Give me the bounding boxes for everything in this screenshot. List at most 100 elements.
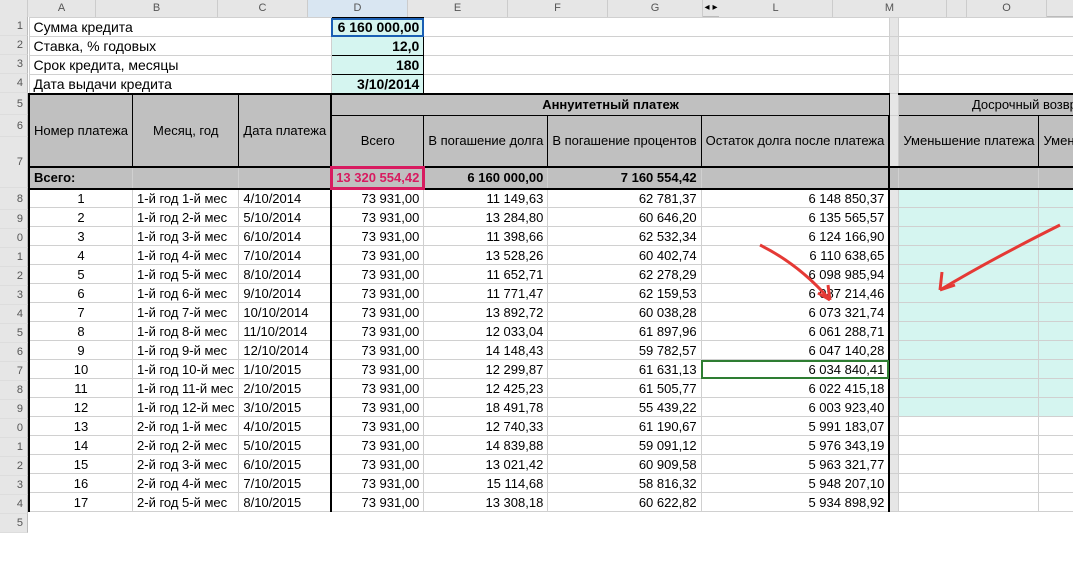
cell-date[interactable]: 8/10/2014 xyxy=(239,265,331,284)
cell-reduce-pay[interactable] xyxy=(899,322,1039,341)
row-header[interactable]: 5 xyxy=(0,93,28,115)
cell-total[interactable]: 73 931,00 xyxy=(331,455,424,474)
cell-reduce-term[interactable] xyxy=(1039,303,1073,322)
cell-reduce-pay[interactable] xyxy=(899,417,1039,436)
cell-num[interactable]: 4 xyxy=(29,246,133,265)
cell-month[interactable]: 2-й год 3-й мес xyxy=(133,455,239,474)
cell-principal[interactable]: 14 148,43 xyxy=(424,341,548,360)
cell-date[interactable]: 2/10/2015 xyxy=(239,379,331,398)
unhide-left-icon[interactable]: ◂ xyxy=(703,0,711,16)
totals-total[interactable]: 13 320 554,42 xyxy=(331,167,424,189)
cell-date[interactable]: 10/10/2014 xyxy=(239,303,331,322)
col-M[interactable]: M xyxy=(833,0,947,17)
cell-interest[interactable]: 61 631,13 xyxy=(548,360,701,379)
col-G[interactable]: G xyxy=(608,0,703,17)
cell-interest[interactable]: 61 897,96 xyxy=(548,322,701,341)
cell-reduce-pay[interactable] xyxy=(899,360,1039,379)
cell-balance[interactable]: 6 047 140,28 xyxy=(701,341,889,360)
cell-num[interactable]: 6 xyxy=(29,284,133,303)
row-header[interactable]: 6 xyxy=(0,343,28,362)
row-header[interactable]: 5 xyxy=(0,514,28,533)
cell-month[interactable]: 2-й год 1-й мес xyxy=(133,417,239,436)
row-header[interactable]: 9 xyxy=(0,400,28,419)
cell-reduce-term[interactable] xyxy=(1039,322,1073,341)
cell-total[interactable]: 73 931,00 xyxy=(331,474,424,493)
cell-total[interactable]: 73 931,00 xyxy=(331,284,424,303)
cell-reduce-pay[interactable] xyxy=(899,455,1039,474)
cell-balance[interactable]: 6 148 850,37 xyxy=(701,189,889,208)
cell-principal[interactable]: 12 299,87 xyxy=(424,360,548,379)
cell-interest[interactable]: 58 816,32 xyxy=(548,474,701,493)
cell-reduce-term[interactable] xyxy=(1039,341,1073,360)
cell-balance[interactable]: 6 061 288,71 xyxy=(701,322,889,341)
cell-reduce-term[interactable] xyxy=(1039,189,1073,208)
cell-interest[interactable]: 61 190,67 xyxy=(548,417,701,436)
cell-balance[interactable]: 6 003 923,40 xyxy=(701,398,889,417)
row-header[interactable]: 2 xyxy=(0,36,28,55)
cell-month[interactable]: 1-й год 8-й мес xyxy=(133,322,239,341)
row-header[interactable]: 1 xyxy=(0,248,28,267)
row-header[interactable]: 8 xyxy=(0,188,28,210)
cell-total[interactable]: 73 931,00 xyxy=(331,360,424,379)
cell-num[interactable]: 1 xyxy=(29,189,133,208)
cell-num[interactable]: 9 xyxy=(29,341,133,360)
cell-reduce-term[interactable] xyxy=(1039,208,1073,227)
totals-interest[interactable]: 7 160 554,42 xyxy=(548,167,701,189)
cell-num[interactable]: 2 xyxy=(29,208,133,227)
cell-balance[interactable]: 6 034 840,41 xyxy=(701,360,889,379)
cell-principal[interactable]: 11 771,47 xyxy=(424,284,548,303)
cell-num[interactable]: 5 xyxy=(29,265,133,284)
cell-balance[interactable]: 6 087 214,46 xyxy=(701,284,889,303)
cell-principal[interactable]: 12 425,23 xyxy=(424,379,548,398)
cell-reduce-pay[interactable] xyxy=(899,189,1039,208)
cell-num[interactable]: 12 xyxy=(29,398,133,417)
cell-reduce-term[interactable] xyxy=(1039,474,1073,493)
cell-date[interactable]: 6/10/2015 xyxy=(239,455,331,474)
row-header[interactable]: 1 xyxy=(0,17,28,36)
row-header[interactable]: 6 xyxy=(0,115,28,137)
cell-reduce-term[interactable] xyxy=(1039,455,1073,474)
cell-date[interactable]: 4/10/2015 xyxy=(239,417,331,436)
cell-reduce-pay[interactable] xyxy=(899,284,1039,303)
cell-balance[interactable]: 6 073 321,74 xyxy=(701,303,889,322)
col-E[interactable]: E xyxy=(408,0,508,17)
cell-balance[interactable]: 5 934 898,92 xyxy=(701,493,889,512)
cell-date[interactable]: 4/10/2014 xyxy=(239,189,331,208)
cell-date[interactable]: 7/10/2015 xyxy=(239,474,331,493)
cell-month[interactable]: 1-й год 2-й мес xyxy=(133,208,239,227)
cell-date[interactable]: 3/10/2015 xyxy=(239,398,331,417)
cell-interest[interactable]: 62 532,34 xyxy=(548,227,701,246)
cell-reduce-pay[interactable] xyxy=(899,265,1039,284)
row-header[interactable]: 4 xyxy=(0,495,28,514)
cell-date[interactable]: 11/10/2014 xyxy=(239,322,331,341)
cell-interest[interactable]: 62 159,53 xyxy=(548,284,701,303)
cell-reduce-term[interactable] xyxy=(1039,227,1073,246)
cell-reduce-term[interactable] xyxy=(1039,417,1073,436)
column-headers[interactable]: A B C D E F G ◂ ▸ L M O xyxy=(0,0,1073,17)
cell-reduce-pay[interactable] xyxy=(899,227,1039,246)
cell-interest[interactable]: 59 091,12 xyxy=(548,436,701,455)
row-header[interactable]: 0 xyxy=(0,419,28,438)
cell-balance[interactable]: 5 963 321,77 xyxy=(701,455,889,474)
cell-interest[interactable]: 62 278,29 xyxy=(548,265,701,284)
cell-total[interactable]: 73 931,00 xyxy=(331,436,424,455)
cell-reduce-term[interactable] xyxy=(1039,398,1073,417)
cell-month[interactable]: 1-й год 12-й мес xyxy=(133,398,239,417)
col-C[interactable]: C xyxy=(218,0,308,17)
cell-reduce-term[interactable] xyxy=(1039,265,1073,284)
cell-total[interactable]: 73 931,00 xyxy=(331,189,424,208)
cell-principal[interactable]: 13 021,42 xyxy=(424,455,548,474)
cell-month[interactable]: 1-й год 5-й мес xyxy=(133,265,239,284)
cell-date[interactable]: 1/10/2015 xyxy=(239,360,331,379)
cell-month[interactable]: 2-й год 5-й мес xyxy=(133,493,239,512)
cell-reduce-pay[interactable] xyxy=(899,303,1039,322)
cell-date[interactable]: 8/10/2015 xyxy=(239,493,331,512)
cell-month[interactable]: 1-й год 1-й мес xyxy=(133,189,239,208)
cell-interest[interactable]: 60 038,28 xyxy=(548,303,701,322)
unhide-right-icon[interactable]: ▸ xyxy=(711,0,719,16)
cell-interest[interactable]: 61 505,77 xyxy=(548,379,701,398)
cell-principal[interactable]: 11 149,63 xyxy=(424,189,548,208)
cell-balance[interactable]: 6 110 638,65 xyxy=(701,246,889,265)
cell-reduce-pay[interactable] xyxy=(899,493,1039,512)
cell-reduce-pay[interactable] xyxy=(899,208,1039,227)
